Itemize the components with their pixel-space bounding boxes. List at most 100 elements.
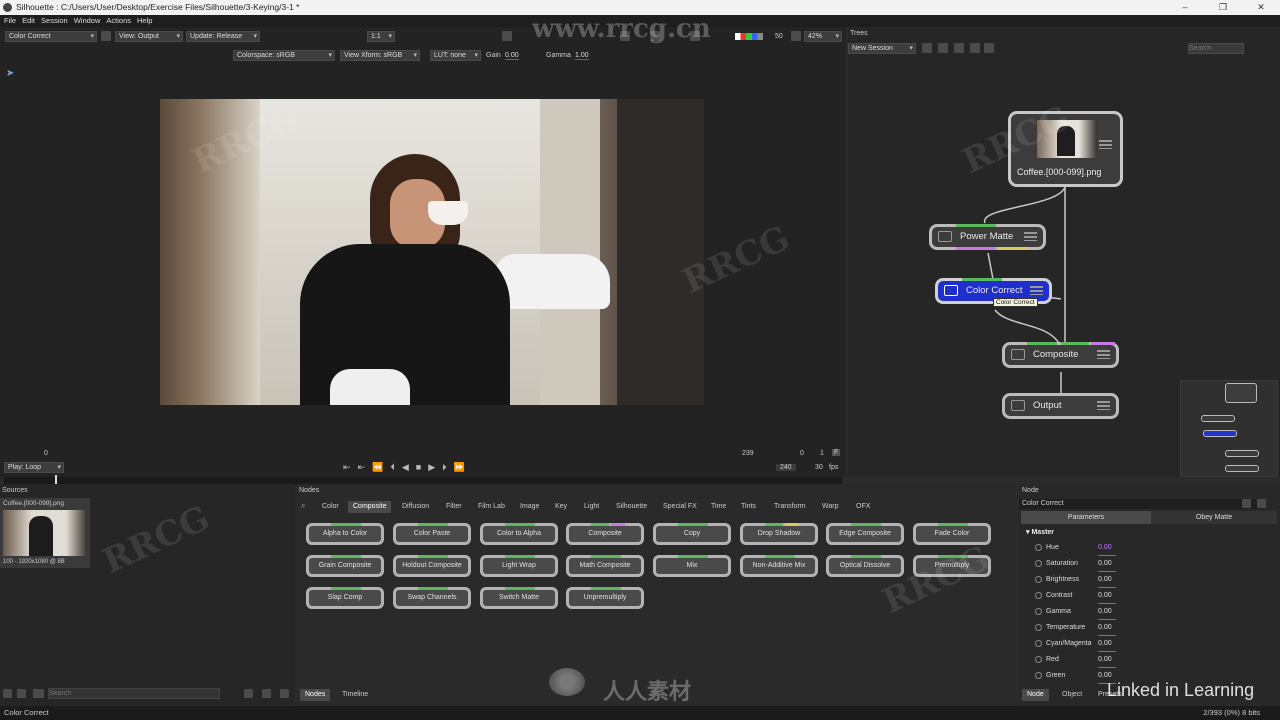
- node-btn-swap-channels[interactable]: Swap Channels: [393, 587, 471, 609]
- play-back-icon[interactable]: ◀: [402, 462, 409, 473]
- node-btn-math-composite[interactable]: Math Composite: [566, 555, 644, 577]
- add-param-icon[interactable]: [1242, 499, 1251, 508]
- param-brightness[interactable]: Brightness 0.00: [1035, 573, 1275, 588]
- view-xform-dropdown[interactable]: View Xform: sRGB: [340, 50, 420, 61]
- node-btn-non-additive-mix[interactable]: Non-Additive Mix: [740, 555, 818, 577]
- film-icon[interactable]: [33, 689, 44, 698]
- update-dropdown[interactable]: Update: Release: [186, 31, 260, 42]
- node-btn-light-wrap[interactable]: Light Wrap: [480, 555, 558, 577]
- lut-dropdown[interactable]: LUT: none: [430, 50, 481, 61]
- tab-diffusion[interactable]: Diffusion: [397, 501, 434, 513]
- param-cyan-magenta[interactable]: Cyan/Magenta 0.00: [1035, 637, 1275, 652]
- node-btn-optical-dissolve[interactable]: Optical Dissolve: [826, 555, 904, 577]
- node-btn-slap-comp[interactable]: Slap Comp: [306, 587, 384, 609]
- fast-forward-icon[interactable]: ⏩: [454, 462, 465, 473]
- node-menu-icon[interactable]: [1030, 286, 1043, 295]
- node-select-dropdown[interactable]: Color Correct: [5, 31, 97, 42]
- bottom-tab-node[interactable]: Node: [1022, 689, 1049, 701]
- tab-composite[interactable]: Composite: [348, 501, 392, 513]
- minimize-icon[interactable]: –: [1166, 0, 1204, 15]
- total-frames[interactable]: 240: [776, 464, 796, 471]
- tab-filter[interactable]: Filter: [441, 501, 467, 513]
- param-temperature[interactable]: Temperature 0.00: [1035, 621, 1275, 636]
- composite-node[interactable]: Composite: [1002, 342, 1119, 368]
- tab-ofx[interactable]: OFX: [851, 501, 875, 513]
- node-btn-grain-composite[interactable]: Grain Composite: [306, 555, 384, 577]
- lock-icon[interactable]: [1257, 499, 1266, 508]
- node-btn-alpha-to-color[interactable]: Alpha to Color: [306, 523, 384, 545]
- node-btn-color-to-alpha[interactable]: Color to Alpha: [480, 523, 558, 545]
- search-icon[interactable]: [650, 31, 660, 41]
- list-view-icon[interactable]: [244, 689, 253, 698]
- tab-film-lab[interactable]: Film Lab: [473, 501, 510, 513]
- display-icon[interactable]: [620, 31, 630, 41]
- menu-actions[interactable]: Actions: [106, 15, 131, 27]
- add-view-icon[interactable]: [101, 31, 111, 41]
- view-dropdown[interactable]: View: Output: [115, 31, 183, 42]
- fit-icon[interactable]: [791, 31, 801, 41]
- current-frame[interactable]: 0: [800, 450, 804, 457]
- param-contrast[interactable]: Contrast 0.00: [1035, 589, 1275, 604]
- node-menu-icon[interactable]: [1097, 401, 1110, 410]
- step-back-icon[interactable]: ⏴: [390, 462, 395, 473]
- select-tool-icon[interactable]: ➤: [6, 68, 14, 79]
- node-menu-icon[interactable]: [1024, 232, 1037, 241]
- node-btn-color-paste[interactable]: Color Paste: [393, 523, 471, 545]
- menu-window[interactable]: Window: [74, 15, 101, 27]
- menu-session[interactable]: Session: [41, 15, 68, 27]
- tab-light[interactable]: Light: [579, 501, 604, 513]
- play-mode-dropdown[interactable]: Play: Loop: [4, 462, 64, 473]
- param-saturation[interactable]: Saturation 0.00: [1035, 557, 1275, 572]
- tab-color[interactable]: Color: [317, 501, 344, 513]
- sources-search-input[interactable]: [48, 688, 220, 699]
- source-node-menu-icon[interactable]: [1099, 140, 1112, 149]
- node-btn-holdout-composite[interactable]: Holdout Composite: [393, 555, 471, 577]
- node-btn-fade-color[interactable]: Fade Color: [913, 523, 991, 545]
- source-item[interactable]: Coffee.[000-099].png 100 - 1920x1080 @ 8…: [0, 498, 90, 568]
- node-btn-premultiply[interactable]: Premultiply: [913, 555, 991, 577]
- tab-tints[interactable]: Tints: [736, 501, 761, 513]
- node-btn-composite[interactable]: Composite: [566, 523, 644, 545]
- node-btn-copy[interactable]: Copy: [653, 523, 731, 545]
- mask-icon[interactable]: [690, 31, 700, 41]
- tree-minimap[interactable]: [1180, 380, 1278, 477]
- power-matte-node[interactable]: Power Matte: [929, 224, 1046, 250]
- close-icon[interactable]: ✕: [1242, 0, 1280, 15]
- search-icon[interactable]: ⌕: [301, 501, 305, 511]
- node-btn-unpremultiply[interactable]: Unpremultiply: [566, 587, 644, 609]
- tab-transform[interactable]: Transform: [769, 501, 811, 513]
- node-btn-mix[interactable]: Mix: [653, 555, 731, 577]
- output-node[interactable]: Output: [1002, 393, 1119, 419]
- grid-view-icon[interactable]: [280, 689, 289, 698]
- section-master[interactable]: ▾ Master: [1026, 528, 1054, 536]
- colorspace-dropdown[interactable]: Colorspace: sRGB: [233, 50, 335, 61]
- step-forward-icon[interactable]: ⏵: [442, 462, 447, 473]
- ratio-dropdown[interactable]: 1:1: [367, 31, 395, 42]
- tab-special-fx[interactable]: Special FX: [658, 501, 702, 513]
- tab-obey-matte[interactable]: Obey Matte: [1151, 511, 1277, 524]
- play-icon[interactable]: ▶: [428, 462, 435, 473]
- f-button[interactable]: F: [832, 449, 841, 456]
- go-start-icon[interactable]: ⇤: [343, 462, 351, 473]
- param-red[interactable]: Red 0.00: [1035, 653, 1275, 668]
- bottom-tab-timeline[interactable]: Timeline: [337, 689, 373, 701]
- tab-parameters[interactable]: Parameters: [1021, 511, 1151, 524]
- node-btn-switch-matte[interactable]: Switch Matte: [480, 587, 558, 609]
- bottom-tab-object[interactable]: Object: [1057, 689, 1087, 701]
- rewind-icon[interactable]: ⏪: [372, 462, 383, 473]
- prev-key-icon[interactable]: ⇤: [358, 462, 366, 473]
- tab-image[interactable]: Image: [515, 501, 544, 513]
- param-hue[interactable]: Hue 0.00: [1035, 541, 1275, 556]
- tab-warp[interactable]: Warp: [817, 501, 843, 513]
- menu-file[interactable]: File: [4, 15, 16, 27]
- detail-view-icon[interactable]: [262, 689, 271, 698]
- menu-help[interactable]: Help: [137, 15, 152, 27]
- snapshot-icon[interactable]: [502, 31, 512, 41]
- channel-selector[interactable]: [735, 33, 763, 40]
- tab-key[interactable]: Key: [550, 501, 572, 513]
- fps-value[interactable]: 30: [815, 464, 823, 471]
- node-menu-icon[interactable]: [1097, 350, 1110, 359]
- maximize-icon[interactable]: ❐: [1204, 0, 1242, 15]
- frame-step[interactable]: 1: [820, 450, 824, 457]
- tab-time[interactable]: Time: [706, 501, 731, 513]
